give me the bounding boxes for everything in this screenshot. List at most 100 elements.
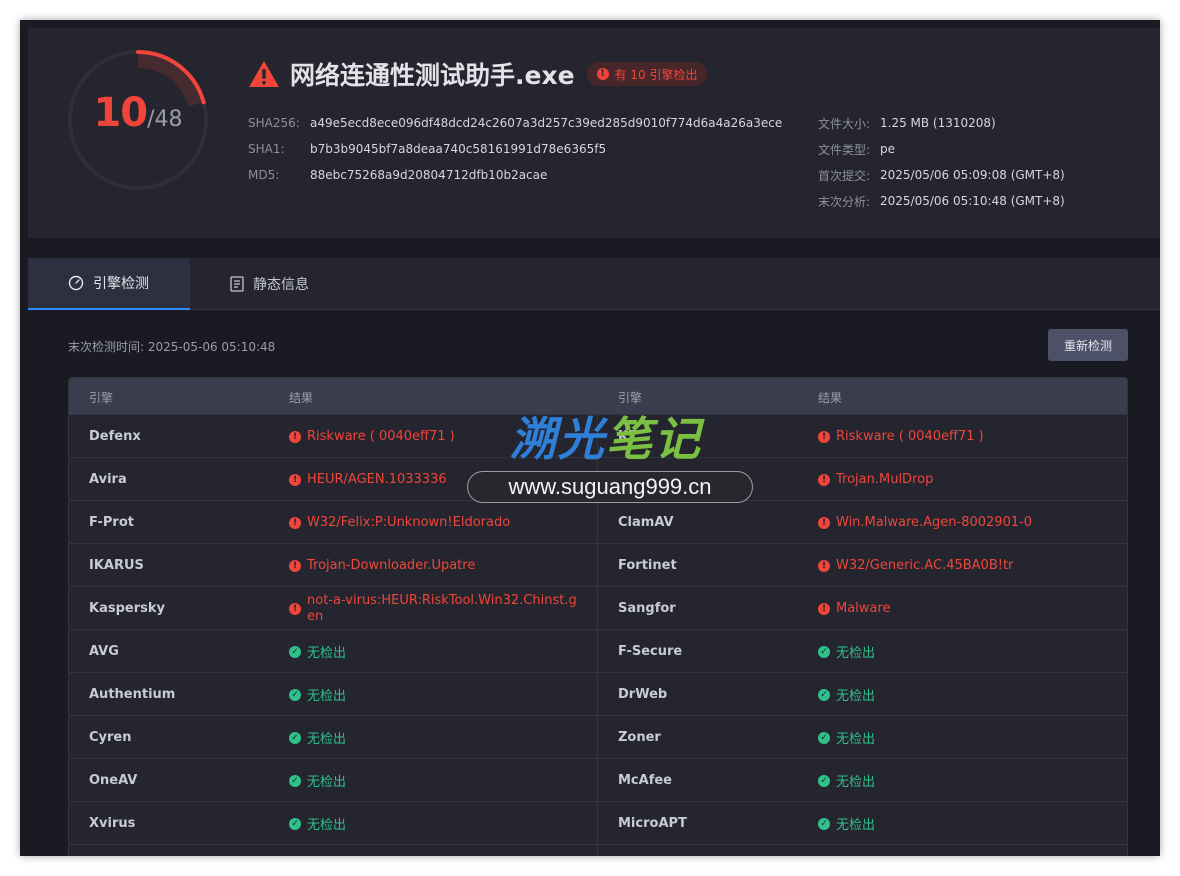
rescan-button[interactable]: 重新检测 <box>1048 329 1128 361</box>
meta-value: 2025/05/06 05:09:08 (GMT+8) <box>880 168 1065 182</box>
table-row: Kaspersky Sangfor! not-a-virus:HEUR:RiskTo… <box>69 586 1127 630</box>
engine-name: McAfee <box>618 773 672 788</box>
tab-label: 静态信息 <box>253 277 309 293</box>
column-divider <box>597 544 598 587</box>
detection-result-text: HEUR/AGEN.1033336 <box>307 472 447 487</box>
check-circle-icon: ✓ <box>289 817 301 830</box>
meta-label: 首次提交: <box>818 168 871 183</box>
engine-name: Kaspersky <box>89 601 165 616</box>
detection-result: ✓ 无检出 <box>818 673 875 716</box>
detection-result-text: W32/Felix:P:Unknown!Eldorado <box>307 515 511 530</box>
table-row <box>69 844 1127 856</box>
tab-engine-detection[interactable]: 引擎检测 <box>28 258 190 310</box>
meta-value: 2025/05/06 05:10:48 (GMT+8) <box>880 194 1065 208</box>
meta-file-type: 文件类型: pe <box>818 136 1065 162</box>
gauge-icon <box>68 275 84 291</box>
detection-result-text: 无检出 <box>836 646 876 661</box>
detection-badge-label: 有 10 引擎检出 <box>614 67 698 82</box>
table-header: 引擎 结果 引擎 结果 <box>69 378 1127 414</box>
file-meta-list: 文件大小: 1.25 MB (1310208) 文件类型: pe 首次提交: 2… <box>818 110 1065 214</box>
detection-result: ✓ 无检出 <box>289 759 346 802</box>
detection-result-text: 无检出 <box>836 732 876 747</box>
meta-label: 末次分析: <box>818 194 871 209</box>
column-divider <box>597 587 598 630</box>
table-row: Xvirus MicroAPT ✓ 无检出 ✓ 无检出 <box>69 801 1127 845</box>
header-engine: 引擎 <box>618 391 643 405</box>
engine-name: K7 <box>618 429 638 444</box>
engine-name: F-Secure <box>618 644 683 659</box>
detection-result: ✓ 无检出 <box>818 716 875 759</box>
detection-result-text: Riskware ( 0040eff71 ) <box>836 429 984 444</box>
column-divider <box>597 845 598 856</box>
engine-name: Fortinet <box>618 558 677 573</box>
tab-static-info[interactable]: 静态信息 <box>190 258 352 310</box>
check-circle-icon: ✓ <box>289 774 301 787</box>
engine-name: OneAV <box>89 773 138 788</box>
engine-name: Zoner <box>618 730 661 745</box>
meta-value: 1.25 MB (1310208) <box>880 116 996 130</box>
detection-result-text: 无检出 <box>307 732 347 747</box>
table-row: F-Prot ClamAV! W32/Felix:P:Unknown!Eldorad… <box>69 500 1127 544</box>
engine-name: AVG <box>89 644 119 659</box>
alert-circle-icon: ! <box>818 559 830 572</box>
header-engine: 引擎 <box>89 391 114 405</box>
detection-result: ✓ 无检出 <box>289 716 346 759</box>
column-divider <box>597 759 598 802</box>
column-divider <box>597 673 598 716</box>
column-divider <box>597 802 598 845</box>
detection-result-text: Malware <box>836 601 891 616</box>
hash-label: SHA256: <box>248 116 300 130</box>
detection-result: ✓ 无检出 <box>818 759 875 802</box>
hash-value[interactable]: b7b3b9045bf7a8deaa740c58161991d78e6365f5 <box>310 142 606 156</box>
alert-circle-icon: ! <box>818 602 830 615</box>
meta-label: 文件类型: <box>818 142 871 157</box>
detection-result: ! Trojan.MulDrop <box>818 458 933 501</box>
detection-result: ! W32/Felix:P:Unknown!Eldorado <box>289 501 510 544</box>
detection-result: ! HEUR/AGEN.1033336 <box>289 458 447 501</box>
hash-md5: MD5: 88ebc75268a9d20804712dfb10b2acae <box>248 162 782 188</box>
check-circle-icon: ✓ <box>289 731 301 744</box>
detection-result-text: 无检出 <box>307 646 347 661</box>
file-name: 网络连通性测试助手.exe <box>290 61 575 90</box>
hash-label: MD5: <box>248 168 280 182</box>
hash-value[interactable]: 88ebc75268a9d20804712dfb10b2acae <box>310 168 547 182</box>
check-circle-icon: ✓ <box>818 645 830 658</box>
engine-name: Avira <box>89 472 127 487</box>
document-icon <box>230 276 244 292</box>
hash-list: SHA256: a49e5ecd8ece096df48dcd24c2607a3d… <box>248 110 782 188</box>
column-divider <box>597 630 598 673</box>
watermark-url: www.suguang999.cn <box>467 471 753 503</box>
alert-circle-icon: ! <box>818 473 830 486</box>
table-row: Defenx K7! Riskware ( 0040eff71 )! Riskware… <box>69 414 1127 458</box>
column-divider <box>597 415 598 458</box>
hash-sha256: SHA256: a49e5ecd8ece096df48dcd24c2607a3d… <box>248 110 782 136</box>
detection-count: 10/48 <box>68 90 208 136</box>
detection-result-text: W32/Generic.AC.45BA0B!tr <box>836 558 1014 573</box>
detection-result-text: 无检出 <box>836 775 876 790</box>
hash-sha1: SHA1: b7b3b9045bf7a8deaa740c58161991d78e… <box>248 136 782 162</box>
detection-gauge: 10/48 <box>68 50 208 190</box>
last-check-time: 末次检测时间: 2025-05-06 05:10:48 <box>68 340 276 354</box>
tab-bar: 引擎检测 静态信息 <box>28 258 1160 310</box>
check-circle-icon: ✓ <box>289 645 301 658</box>
tab-label: 引擎检测 <box>93 276 149 292</box>
table-row: AVG F-Secure ✓ 无检出 ✓ 无检出 <box>69 629 1127 673</box>
detection-result-text: Trojan-Downloader.Upatre <box>307 558 476 573</box>
detection-result-text: 无检出 <box>307 818 347 833</box>
table-row: Cyren Zoner ✓ 无检出 ✓ 无检出 <box>69 715 1127 759</box>
header-result: 结果 <box>818 391 843 405</box>
table-row: OneAV McAfee ✓ 无检出 ✓ 无检出 <box>69 758 1127 802</box>
detection-result: ! Riskware ( 0040eff71 ) <box>818 415 984 458</box>
column-divider <box>597 501 598 544</box>
alert-circle-icon: ! <box>289 559 301 572</box>
engine-name: Xvirus <box>89 816 136 831</box>
meta-last-analysis: 末次分析: 2025/05/06 05:10:48 (GMT+8) <box>818 188 1065 214</box>
detection-result-text: Trojan.MulDrop <box>836 472 934 487</box>
detection-result-text: 无检出 <box>836 689 876 704</box>
detection-result: ! Riskware ( 0040eff71 ) <box>289 415 455 458</box>
check-circle-icon: ✓ <box>289 688 301 701</box>
hash-value[interactable]: a49e5ecd8ece096df48dcd24c2607a3d257c39ed… <box>310 116 782 130</box>
detection-result-text: 无检出 <box>836 818 876 833</box>
alert-circle-icon: ! <box>818 516 830 529</box>
meta-first-submit: 首次提交: 2025/05/06 05:09:08 (GMT+8) <box>818 162 1065 188</box>
